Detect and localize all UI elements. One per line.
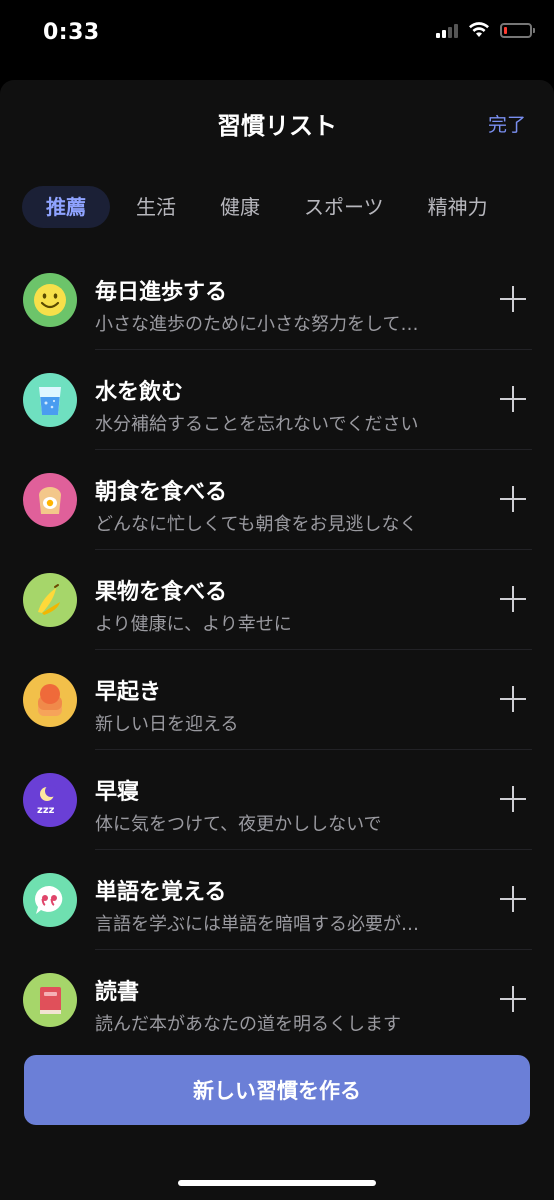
habit-description: より健康に、より幸せに xyxy=(95,614,292,635)
habit-description: 体に気をつけて、夜更かししないで xyxy=(95,814,382,835)
list-item[interactable]: 果物を食べる より健康に、より幸せに xyxy=(0,550,554,650)
home-indicator xyxy=(178,1180,376,1186)
svg-text:zzz: zzz xyxy=(37,805,55,816)
book-icon xyxy=(23,973,77,1027)
tab-recommended[interactable]: 推薦 xyxy=(22,186,110,228)
wifi-icon xyxy=(469,22,489,37)
toast-egg-icon xyxy=(23,473,77,527)
water-glass-icon xyxy=(23,373,77,427)
add-habit-button[interactable] xyxy=(500,786,526,812)
habit-title: 単語を覚える xyxy=(95,880,227,905)
list-item[interactable]: 水を飲む 水分補給することを忘れないでください xyxy=(0,350,554,450)
habit-list: 毎日進歩する 小さな進歩のために小さな努力をして… 水を飲む 水分補給することを… xyxy=(0,250,554,1050)
list-item[interactable]: 読書 読んだ本があなたの道を明るくします xyxy=(0,950,554,1050)
habit-title: 早起き xyxy=(95,680,162,705)
habit-title: 毎日進歩する xyxy=(95,280,228,305)
habit-title: 早寝 xyxy=(95,780,140,805)
done-button[interactable]: 完了 xyxy=(488,110,526,137)
habit-title: 水を飲む xyxy=(95,380,184,405)
habit-description: どんなに忙しくても朝食をお見逃しなく xyxy=(95,514,418,535)
habit-title: 朝食を食べる xyxy=(95,480,228,505)
status-time: 0:33 xyxy=(43,20,100,45)
tab-health[interactable]: 健康 xyxy=(202,186,278,228)
smile-icon xyxy=(23,273,77,327)
habit-description: 読んだ本があなたの道を明るくします xyxy=(95,1014,401,1035)
habit-description: 新しい日を迎える xyxy=(95,714,239,735)
banana-icon xyxy=(23,573,77,627)
list-item[interactable]: zzz 早寝 体に気をつけて、夜更かししないで xyxy=(0,750,554,850)
status-bar: 0:33 xyxy=(0,0,554,70)
habit-description: 言語を学ぶには単語を暗唱する必要が… xyxy=(95,914,419,935)
list-item[interactable]: 単語を覚える 言語を学ぶには単語を暗唱する必要が… xyxy=(0,850,554,950)
add-habit-button[interactable] xyxy=(500,486,526,512)
add-habit-button[interactable] xyxy=(500,286,526,312)
quote-bubble-icon xyxy=(23,873,77,927)
list-item[interactable]: 毎日進歩する 小さな進歩のために小さな努力をして… xyxy=(0,250,554,350)
add-habit-button[interactable] xyxy=(500,886,526,912)
habit-title: 果物を食べる xyxy=(95,580,228,605)
category-tabs: 推薦 生活 健康 スポーツ 精神力 xyxy=(22,186,554,228)
add-habit-button[interactable] xyxy=(500,986,526,1012)
add-habit-button[interactable] xyxy=(500,386,526,412)
add-habit-button[interactable] xyxy=(500,586,526,612)
sunrise-icon xyxy=(23,673,77,727)
habit-title: 読書 xyxy=(95,980,140,1005)
habit-description: 小さな進歩のために小さな努力をして… xyxy=(95,314,419,335)
status-icons xyxy=(436,22,535,38)
add-habit-button[interactable] xyxy=(500,686,526,712)
habit-description: 水分補給することを忘れないでください xyxy=(95,414,419,435)
list-item[interactable]: 朝食を食べる どんなに忙しくても朝食をお見逃しなく xyxy=(0,450,554,550)
cellular-signal-icon xyxy=(436,22,458,38)
battery-icon xyxy=(500,22,535,38)
moon-sleep-icon: zzz xyxy=(23,773,77,827)
create-habit-button[interactable]: 新しい習慣を作る xyxy=(24,1055,530,1125)
page-title: 習慣リスト xyxy=(217,112,337,140)
list-item[interactable]: 早起き 新しい日を迎える xyxy=(0,650,554,750)
tab-mental[interactable]: 精神力 xyxy=(410,186,506,228)
habit-list-sheet: 習慣リスト 完了 推薦 生活 健康 スポーツ 精神力 毎日進歩する 小さな進歩の… xyxy=(0,80,554,1200)
tab-sports[interactable]: スポーツ xyxy=(286,186,402,228)
tab-life[interactable]: 生活 xyxy=(118,186,194,228)
